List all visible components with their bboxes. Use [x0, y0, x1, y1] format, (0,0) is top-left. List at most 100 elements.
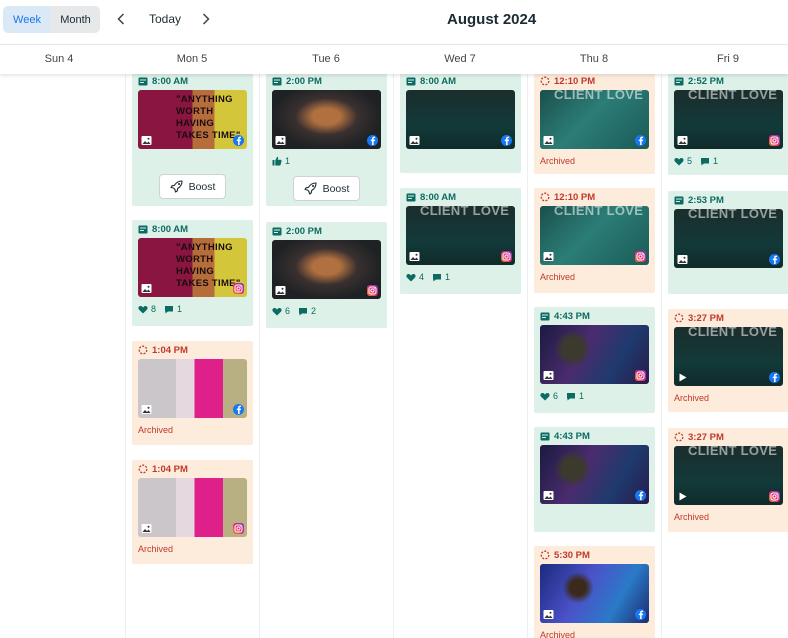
post-thumbnail[interactable]	[540, 325, 649, 384]
post-card[interactable]: 3:27 PM CLIENT LOVE Archived	[668, 428, 788, 532]
post-card[interactable]: 12:10 PM CLIENT LOVE Archived	[534, 188, 655, 293]
archived-label: Archived	[540, 156, 576, 166]
prev-week-button[interactable]	[113, 9, 129, 29]
day-header: Mon 5	[176, 53, 208, 65]
post-thumbnail[interactable]	[540, 564, 649, 623]
boost-label: Boost	[188, 180, 216, 193]
post-thumbnail[interactable]	[406, 90, 515, 149]
likes-count: 4	[406, 272, 424, 282]
next-week-button[interactable]	[198, 9, 214, 29]
media-type-indicator	[409, 135, 420, 146]
post-card[interactable]: 8:00 AM "ANYTHING WORTH HAVING TAKES TIME…	[132, 220, 253, 326]
post-thumbnail[interactable]: CLIENT LOVE	[674, 90, 783, 149]
boost-button[interactable]: Boost	[293, 176, 360, 201]
post-card[interactable]: 1:04 PM Archived	[132, 341, 253, 445]
post-thumbnail[interactable]: CLIENT LOVE	[406, 206, 515, 265]
post-thumbnail[interactable]: CLIENT LOVE	[674, 327, 783, 386]
post-header: 8:00 AM	[400, 72, 521, 90]
post-thumbnail[interactable]: "ANYTHING WORTH HAVING TAKES TIME"	[138, 238, 247, 297]
media-type-indicator	[141, 404, 152, 415]
comments-count: 1	[566, 391, 584, 401]
archived-icon	[674, 313, 684, 323]
post-card[interactable]: 1:04 PM Archived	[132, 460, 253, 564]
platform-badge	[769, 254, 780, 265]
status-indicator	[674, 313, 684, 323]
post-header: 3:27 PM	[668, 309, 788, 327]
post-header: 8:00 AM	[132, 220, 253, 238]
post-card[interactable]: 8:00 AM	[400, 72, 521, 173]
engagement-stats: 51	[674, 156, 726, 166]
archived-icon	[540, 76, 550, 86]
facebook-icon	[772, 373, 778, 382]
post-thumbnail[interactable]	[272, 240, 381, 299]
photo-icon	[141, 284, 152, 293]
post-time: 8:00 AM	[420, 191, 457, 203]
post-card[interactable]: 12:10 PM CLIENT LOVE Archived	[534, 72, 655, 174]
week-view-button[interactable]: Week	[3, 6, 51, 33]
thumbnail-text: CLIENT LOVE	[420, 206, 510, 218]
archived-icon	[540, 192, 550, 202]
post-card[interactable]: 2:00 PM 1 Boost	[266, 72, 387, 206]
platform-badge	[233, 523, 244, 534]
photo-icon	[543, 136, 554, 145]
column-divider	[661, 74, 662, 638]
instagram-icon	[636, 371, 645, 380]
post-thumbnail[interactable]: CLIENT LOVE	[674, 209, 783, 268]
post-thumbnail[interactable]	[540, 445, 649, 504]
rocket-icon	[170, 180, 183, 193]
comment-icon	[165, 305, 174, 313]
post-card[interactable]: 2:52 PM CLIENT LOVE 5 1	[668, 72, 788, 175]
post-thumbnail[interactable]	[272, 90, 381, 149]
post-card[interactable]: 5:30 PM Archived	[534, 546, 655, 638]
facebook-icon	[638, 610, 644, 619]
photo-icon	[275, 286, 286, 295]
post-card[interactable]: 4:43 PM 6 1	[534, 307, 655, 413]
post-time: 8:00 AM	[152, 223, 189, 235]
likes-value: 6	[553, 391, 559, 401]
page-title: August 2024	[447, 11, 537, 28]
post-thumbnail[interactable]	[138, 478, 247, 537]
post-card[interactable]: 4:43 PM	[534, 427, 655, 532]
post-card[interactable]: 2:00 PM 6 2	[266, 222, 387, 328]
photo-icon	[141, 524, 152, 533]
post-card[interactable]: 2:53 PM CLIENT LOVE	[668, 191, 788, 294]
likes-count: 6	[272, 306, 290, 316]
published-icon	[540, 432, 550, 440]
photo-icon	[275, 136, 286, 145]
post-thumbnail[interactable]: CLIENT LOVE	[540, 206, 649, 265]
post-card[interactable]: 8:00 AM CLIENT LOVE 4 1	[400, 188, 521, 294]
engagement-stats: 61	[540, 391, 592, 401]
post-card[interactable]: 3:27 PM CLIENT LOVE Archived	[668, 309, 788, 412]
engagement-stats: 62	[272, 306, 324, 316]
media-type-indicator	[543, 251, 554, 262]
day-header: Wed 7	[444, 53, 476, 65]
status-indicator	[272, 77, 282, 86]
media-type-indicator	[141, 523, 152, 534]
like-icon	[272, 156, 282, 166]
facebook-icon	[236, 405, 242, 414]
comment-icon	[433, 273, 442, 281]
photo-icon	[677, 255, 688, 264]
view-toggle: Week Month	[3, 6, 100, 33]
archived-icon	[540, 550, 550, 560]
photo-icon	[543, 610, 554, 619]
column-divider	[527, 74, 528, 638]
today-button[interactable]: Today	[149, 12, 181, 26]
month-view-button[interactable]: Month	[51, 6, 100, 33]
likes-value: 4	[419, 272, 425, 282]
post-thumbnail[interactable]: CLIENT LOVE	[674, 446, 783, 505]
photo-icon	[677, 136, 688, 145]
post-thumbnail[interactable]	[138, 359, 247, 418]
comments-count: 1	[432, 272, 450, 282]
post-thumbnail[interactable]: "ANYTHING WORTH HAVING TAKES TIME"	[138, 90, 247, 149]
likes-value: 5	[687, 156, 693, 166]
post-time: 12:10 PM	[554, 75, 596, 87]
post-header: 4:43 PM	[534, 307, 655, 325]
status-indicator	[540, 550, 550, 560]
post-card[interactable]: 8:00 AM "ANYTHING WORTH HAVING TAKES TIME…	[132, 72, 253, 206]
post-thumbnail[interactable]: CLIENT LOVE	[540, 90, 649, 149]
published-icon	[540, 312, 550, 320]
boost-button[interactable]: Boost	[159, 174, 226, 199]
video-icon	[679, 373, 687, 382]
platform-badge	[769, 135, 780, 146]
